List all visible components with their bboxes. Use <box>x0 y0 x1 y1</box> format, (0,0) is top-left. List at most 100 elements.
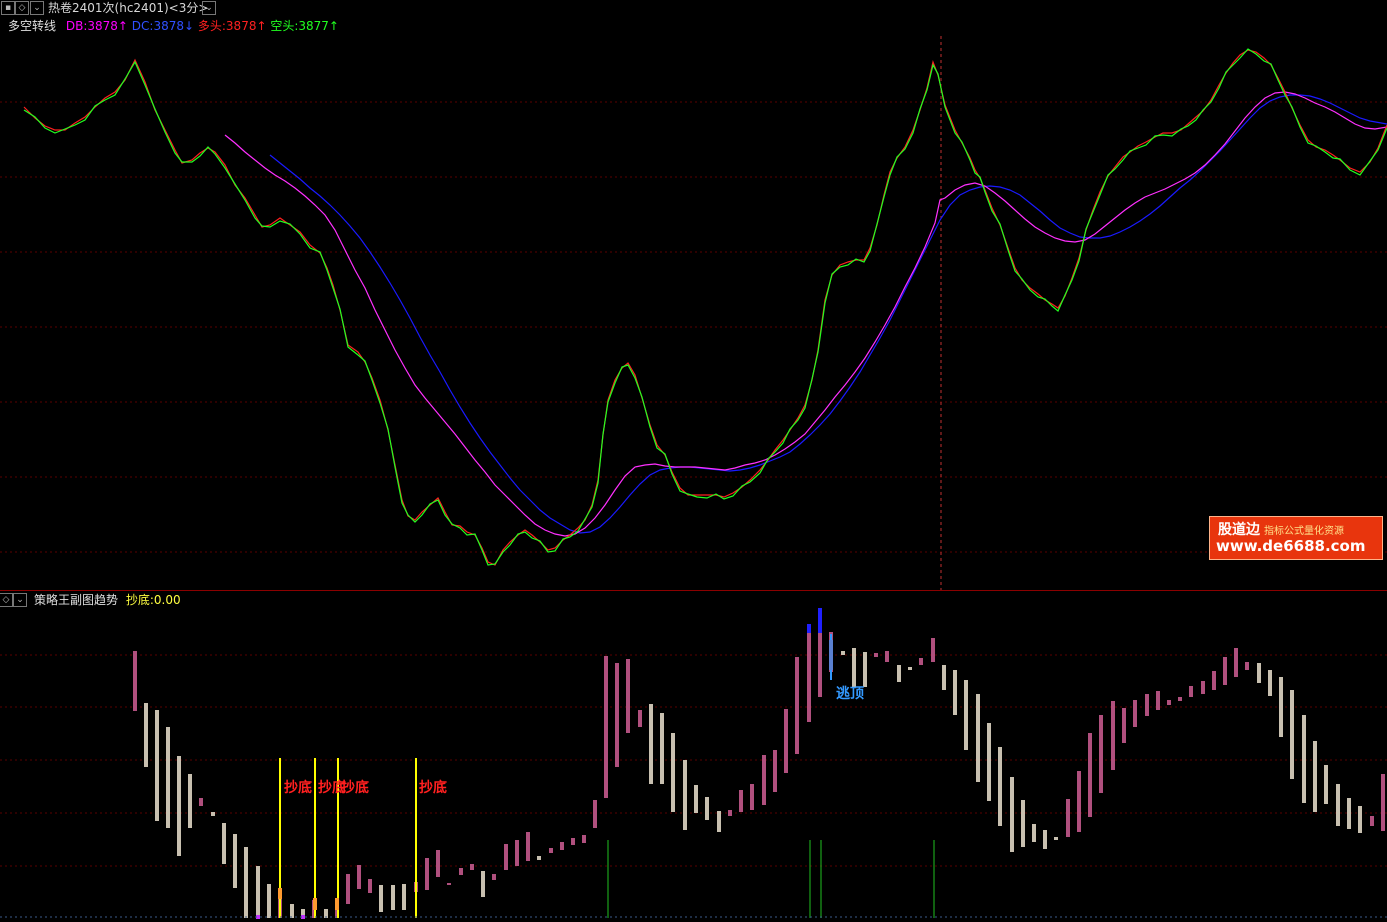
trend-bar <box>470 864 474 870</box>
trend-bar <box>1043 830 1047 849</box>
trend-bar <box>346 874 350 904</box>
panel-divider <box>0 590 1387 591</box>
trend-bar <box>549 848 553 853</box>
trend-bar <box>728 810 732 816</box>
trend-bar <box>897 665 901 682</box>
trend-bar <box>1257 663 1261 683</box>
trend-bar <box>694 785 698 813</box>
trend-bar <box>1133 700 1137 727</box>
trend-bar <box>841 651 845 655</box>
trend-bar <box>515 840 519 866</box>
trend-bar <box>987 723 991 801</box>
trend-bar <box>1099 715 1103 793</box>
peak-highlight-bar <box>818 608 822 633</box>
trend-bar <box>1111 701 1115 770</box>
chart-canvas[interactable]: 抄底 抄底 抄底 抄底 逃顶 <box>0 0 1387 922</box>
kongtou-line <box>23 48 1387 566</box>
trend-bar <box>638 710 642 727</box>
trend-bar <box>1156 691 1160 710</box>
trend-bar <box>1088 733 1092 817</box>
trend-bar <box>1054 837 1058 840</box>
trend-bar <box>177 756 181 856</box>
chaodi-label-3: 抄底 <box>341 779 369 796</box>
chaodi-label-1: 抄底 <box>284 779 312 796</box>
trend-bar <box>964 680 968 750</box>
trend-bar <box>717 811 721 832</box>
trend-bar <box>357 865 361 889</box>
trend-bar <box>626 659 630 733</box>
chaodi-value: 抄底:0.00 <box>125 593 181 607</box>
watermark-brand: 股道边 <box>1218 522 1260 538</box>
trend-bar <box>615 663 619 767</box>
trend-bar <box>593 800 597 828</box>
trend-bar <box>425 858 429 890</box>
trend-bar <box>211 812 215 816</box>
trend-bar <box>1010 777 1014 852</box>
trend-bar <box>560 842 564 850</box>
trend-bar <box>155 710 159 821</box>
duotou-line <box>23 49 1387 566</box>
trend-bar <box>1032 824 1036 842</box>
sub-chevron-down-icon[interactable]: ⌄ <box>13 593 27 607</box>
sub-switch-icon[interactable]: ◇ <box>0 593 13 607</box>
trend-bar <box>671 733 675 812</box>
trend-bar <box>852 648 856 688</box>
trend-bar <box>874 653 878 657</box>
trend-bar <box>290 904 294 918</box>
trend-bar <box>133 651 137 711</box>
trend-bar <box>267 884 271 918</box>
trend-bar <box>1279 677 1283 737</box>
trend-bar <box>391 885 395 910</box>
trend-bar <box>1212 671 1216 690</box>
watermark-url: www.de6688.com <box>1216 537 1366 555</box>
trend-bar <box>739 790 743 812</box>
trend-bar <box>1358 806 1362 833</box>
trend-bar <box>1167 700 1171 705</box>
sub-indicator-legend: 策略王副图趋势 抄底:0.00 <box>34 592 181 608</box>
trend-bar <box>1077 771 1081 832</box>
trend-bar <box>807 633 811 722</box>
trend-bar <box>1122 708 1126 743</box>
trend-bar <box>1347 798 1351 829</box>
trend-bar <box>976 694 980 782</box>
trend-bar <box>492 874 496 880</box>
trend-bar <box>571 838 575 845</box>
trend-bar <box>660 713 664 784</box>
watermark-logo: 股道边 指标公式量化资源 www.de6688.com <box>1209 516 1383 560</box>
trend-bar <box>537 856 541 860</box>
chaodi-marker <box>278 888 282 899</box>
trend-bar <box>1145 694 1149 716</box>
trend-bar <box>1234 648 1238 677</box>
trend-bar <box>582 835 586 843</box>
trend-bar <box>919 658 923 665</box>
trend-bar <box>1290 690 1294 779</box>
trend-bar <box>1066 799 1070 837</box>
trend-bar <box>436 850 440 877</box>
taoding-marker <box>829 640 833 670</box>
trend-bar <box>447 883 451 885</box>
trend-bar <box>863 652 867 687</box>
trend-bar <box>1021 800 1025 847</box>
trend-bar <box>144 703 148 767</box>
sub-indicator-name: 策略王副图趋势 <box>34 593 119 607</box>
trend-bar <box>773 750 777 792</box>
trend-bar <box>942 665 946 690</box>
trend-bar <box>931 638 935 662</box>
trend-bar <box>953 670 957 715</box>
trend-bar <box>1201 681 1205 694</box>
trend-bar <box>199 798 203 806</box>
trend-bar <box>481 871 485 897</box>
trend-bar <box>1381 774 1385 831</box>
trend-bar <box>1302 715 1306 803</box>
trend-bar <box>379 885 383 912</box>
trend-bar <box>818 633 822 697</box>
trend-bar <box>795 657 799 754</box>
trend-bar <box>1245 662 1249 670</box>
trend-bar <box>1336 784 1340 826</box>
peak-highlight-bar <box>807 624 811 633</box>
trend-bar <box>784 709 788 773</box>
trend-bar <box>244 847 248 918</box>
chaodi-marker <box>335 898 339 910</box>
trend-bar <box>1223 657 1227 685</box>
sub-grid-lines <box>0 654 1387 867</box>
